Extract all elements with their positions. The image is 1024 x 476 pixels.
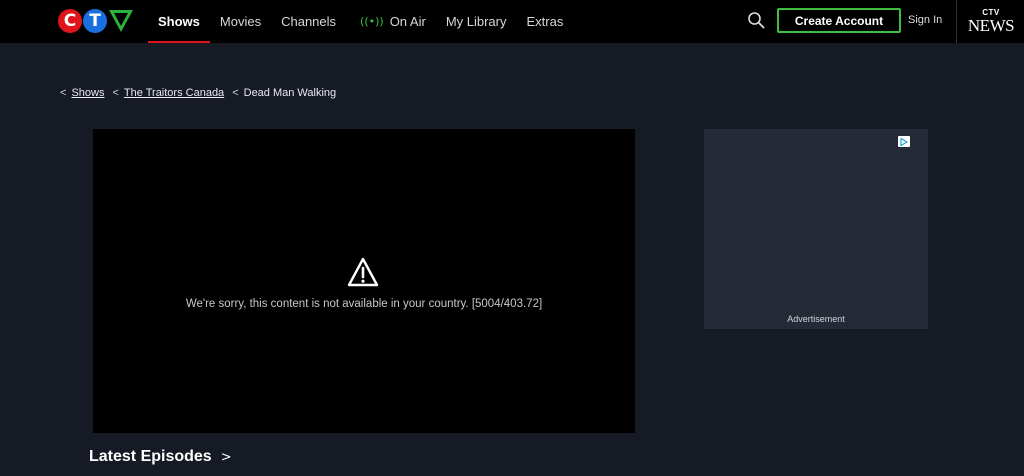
search-icon[interactable] bbox=[747, 11, 765, 29]
warning-icon bbox=[347, 257, 379, 287]
logo-t: T bbox=[83, 9, 107, 33]
nav-channels[interactable]: Channels bbox=[271, 0, 346, 43]
nav-label: Extras bbox=[526, 14, 564, 29]
chevron-left-icon: < bbox=[232, 87, 239, 99]
chevron-left-icon: < bbox=[60, 87, 67, 99]
nav-label: Shows bbox=[158, 14, 200, 29]
latest-episodes-heading[interactable]: Latest Episodes > bbox=[89, 448, 232, 466]
nav-shows[interactable]: Shows bbox=[148, 0, 210, 43]
geo-block-message: We're sorry, this content is not availab… bbox=[185, 298, 543, 310]
main-nav: Shows Movies Channels ((•)) On Air My Li… bbox=[148, 0, 573, 43]
create-account-button[interactable]: Create Account bbox=[777, 8, 901, 33]
breadcrumb-shows[interactable]: Shows bbox=[71, 87, 104, 99]
nav-extras[interactable]: Extras bbox=[517, 0, 574, 43]
nav-label: Movies bbox=[219, 14, 262, 29]
video-player[interactable]: We're sorry, this content is not availab… bbox=[93, 129, 635, 433]
broadcast-icon: ((•)) bbox=[360, 15, 384, 28]
nav-label: Channels bbox=[281, 14, 337, 29]
latest-episodes-title: Latest Episodes bbox=[89, 448, 212, 465]
logo-v-icon bbox=[109, 10, 133, 32]
breadcrumb-the-traitors-canada[interactable]: The Traitors Canada bbox=[124, 87, 224, 99]
adchoices-icon[interactable] bbox=[898, 136, 910, 147]
advertisement-label: Advertisement bbox=[787, 314, 845, 324]
news-logo-news: NEWS bbox=[967, 16, 1015, 35]
chevron-right-icon: > bbox=[220, 449, 232, 465]
nav-on-air[interactable]: ((•)) On Air bbox=[346, 0, 436, 43]
breadcrumb-current: Dead Man Walking bbox=[243, 87, 337, 99]
nav-my-library[interactable]: My Library bbox=[436, 0, 517, 43]
ctv-news-logo[interactable]: CTV NEWS bbox=[966, 8, 1016, 36]
breadcrumb: < Shows < The Traitors Canada < Dead Man… bbox=[60, 87, 336, 99]
nav-movies[interactable]: Movies bbox=[210, 0, 271, 43]
sign-in-link[interactable]: Sign In bbox=[908, 14, 942, 26]
advertisement-slot[interactable]: Advertisement bbox=[704, 129, 928, 329]
header-divider bbox=[956, 0, 957, 43]
play-triangle-icon bbox=[900, 137, 908, 146]
nav-label: My Library bbox=[445, 14, 507, 29]
ctv-logo[interactable]: C T bbox=[58, 8, 134, 34]
top-navigation-bar: C T Shows Movies Channels ((•)) On Air M… bbox=[0, 0, 1024, 43]
chevron-left-icon: < bbox=[112, 87, 119, 99]
nav-label: On Air bbox=[389, 14, 426, 29]
logo-c: C bbox=[58, 9, 82, 33]
